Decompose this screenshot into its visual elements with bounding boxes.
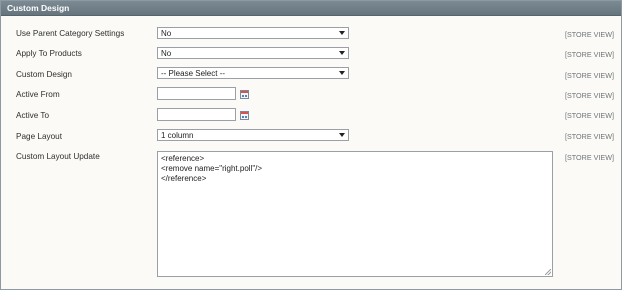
custom-design-panel: Custom Design Use Parent Category Settin… bbox=[0, 0, 622, 290]
active-to-input[interactable] bbox=[157, 108, 236, 121]
custom-design-scope: [STORE VIEW] bbox=[565, 71, 614, 80]
page-layout-value: 1 column bbox=[161, 131, 194, 140]
resize-handle[interactable] bbox=[545, 269, 551, 275]
chevron-down-icon bbox=[339, 71, 345, 75]
use-parent-settings-select[interactable]: No bbox=[157, 27, 349, 39]
chevron-down-icon bbox=[339, 133, 345, 137]
section-header: Custom Design bbox=[1, 1, 621, 16]
chevron-down-icon bbox=[339, 31, 345, 35]
active-from-label: Active From bbox=[16, 90, 60, 99]
chevron-down-icon bbox=[339, 51, 345, 55]
custom-design-label: Custom Design bbox=[16, 70, 72, 79]
calendar-icon[interactable] bbox=[240, 90, 249, 99]
section-title: Custom Design bbox=[7, 3, 70, 13]
active-to-scope: [STORE VIEW] bbox=[565, 111, 614, 120]
custom-layout-update-label: Custom Layout Update bbox=[16, 152, 100, 161]
calendar-icon[interactable] bbox=[240, 111, 249, 120]
page-layout-label: Page Layout bbox=[16, 132, 62, 141]
active-from-scope: [STORE VIEW] bbox=[565, 91, 614, 100]
page-layout-select[interactable]: 1 column bbox=[157, 129, 349, 141]
apply-to-products-select[interactable]: No bbox=[157, 47, 349, 59]
custom-design-value: -- Please Select -- bbox=[161, 69, 226, 78]
custom-layout-update-text: <reference> <remove name="right.poll"/> … bbox=[161, 154, 263, 183]
custom-design-select[interactable]: -- Please Select -- bbox=[157, 67, 349, 79]
active-to-label: Active To bbox=[16, 111, 50, 120]
active-from-input[interactable] bbox=[157, 87, 236, 100]
custom-layout-update-scope: [STORE VIEW] bbox=[565, 153, 614, 162]
use-parent-settings-scope: [STORE VIEW] bbox=[565, 30, 614, 39]
page-layout-scope: [STORE VIEW] bbox=[565, 132, 614, 141]
apply-to-products-label: Apply To Products bbox=[16, 49, 82, 58]
apply-to-products-scope: [STORE VIEW] bbox=[565, 50, 614, 59]
use-parent-settings-label: Use Parent Category Settings bbox=[16, 29, 125, 38]
custom-layout-update-textarea[interactable]: <reference> <remove name="right.poll"/> … bbox=[157, 151, 553, 277]
apply-to-products-value: No bbox=[161, 49, 172, 58]
use-parent-settings-value: No bbox=[161, 29, 172, 38]
